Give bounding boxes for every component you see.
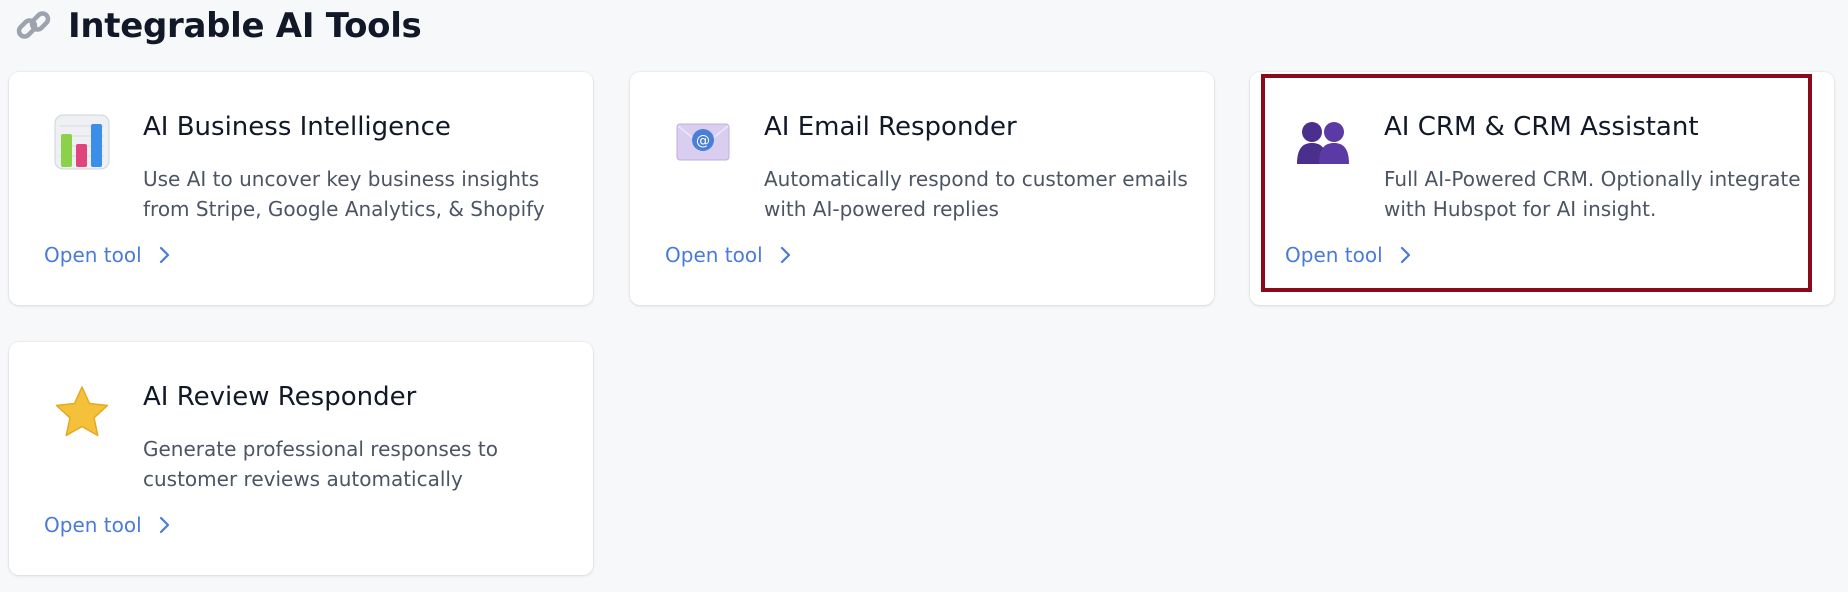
card-description: Use AI to uncover key business insights … — [143, 167, 545, 221]
card-title: AI CRM & CRM Assistant — [1384, 112, 1699, 142]
tools-page: Integrable AI Tools AI Business Intellig… — [0, 0, 1848, 592]
people-icon — [1293, 112, 1353, 172]
chevron-right-icon — [779, 245, 793, 265]
link-icon — [14, 6, 54, 46]
tool-card-business-intelligence[interactable]: AI Business Intelligence Use AI to uncov… — [9, 72, 593, 305]
email-icon: @ — [673, 112, 733, 172]
tool-card-email-responder[interactable]: @ AI Email Responder Automatically respo… — [630, 72, 1214, 305]
page-title: Integrable AI Tools — [68, 6, 422, 46]
chevron-right-icon — [158, 515, 172, 535]
svg-text:@: @ — [696, 133, 710, 149]
chevron-right-icon — [158, 245, 172, 265]
open-tool-label: Open tool — [44, 513, 142, 537]
open-tool-link[interactable]: Open tool — [44, 240, 172, 270]
open-tool-label: Open tool — [44, 243, 142, 267]
star-icon — [52, 382, 112, 442]
open-tool-label: Open tool — [665, 243, 763, 267]
open-tool-link[interactable]: Open tool — [1285, 240, 1413, 270]
open-tool-link[interactable]: Open tool — [665, 240, 793, 270]
tool-card-review-responder[interactable]: AI Review Responder Generate professiona… — [9, 342, 593, 575]
open-tool-link[interactable]: Open tool — [44, 510, 172, 540]
bar-chart-icon — [52, 112, 112, 172]
card-description: Automatically respond to customer emails… — [764, 167, 1188, 221]
card-title: AI Email Responder — [764, 112, 1017, 142]
card-description: Full AI-Powered CRM. Optionally integrat… — [1384, 167, 1801, 221]
chevron-right-icon — [1399, 245, 1413, 265]
page-header: Integrable AI Tools — [14, 6, 422, 46]
open-tool-label: Open tool — [1285, 243, 1383, 267]
tool-card-crm-assistant[interactable]: AI CRM & CRM Assistant Full AI-Powered C… — [1250, 72, 1834, 305]
card-description: Generate professional responses to custo… — [143, 437, 498, 491]
card-title: AI Business Intelligence — [143, 112, 451, 142]
card-title: AI Review Responder — [143, 382, 417, 412]
